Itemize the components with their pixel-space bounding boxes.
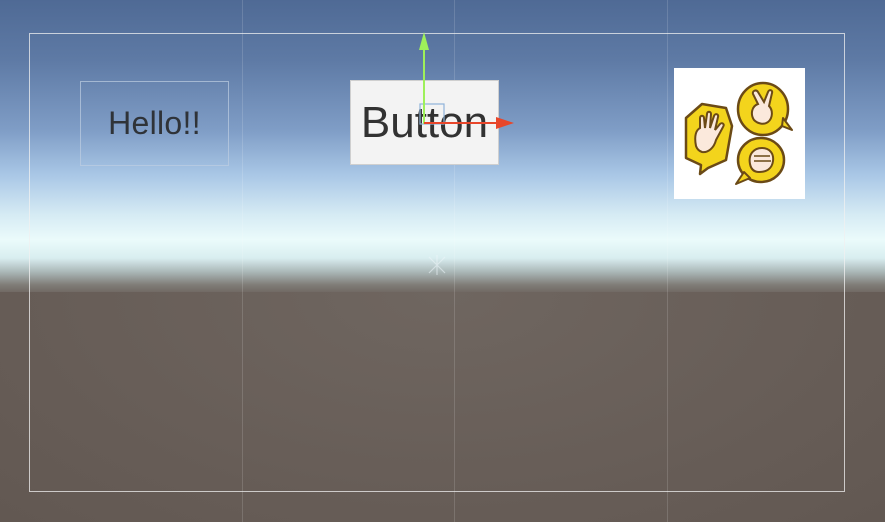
hello-text-object[interactable]: Hello!!	[80, 81, 229, 166]
hello-text: Hello!!	[108, 105, 201, 141]
button-label: Button	[360, 97, 489, 147]
rock-paper-scissors-icon	[684, 81, 793, 185]
pivot-cross-icon	[428, 255, 446, 275]
rock-paper-scissors-image[interactable]	[674, 68, 805, 199]
ui-button-object[interactable]: Button	[350, 80, 499, 165]
